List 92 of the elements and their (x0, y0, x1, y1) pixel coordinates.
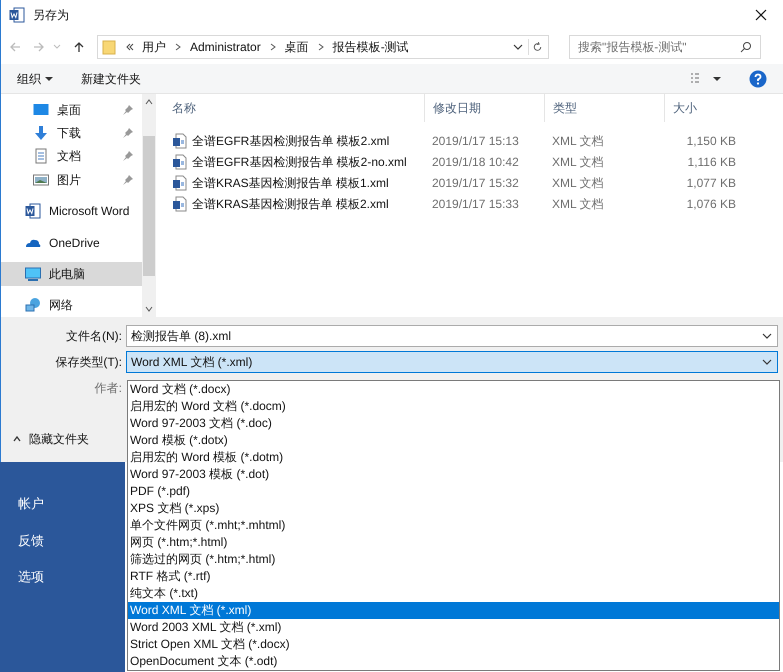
filename-label: 文件名(N): (65, 328, 123, 345)
hide-folders-button[interactable]: 隐藏文件夹 (1, 424, 101, 454)
type-cell-text: XML 文档 (551, 174, 605, 192)
file-type-option[interactable]: 启用宏的 Word 文档 (*.docm) (128, 398, 779, 415)
scroll-up-icon[interactable] (145, 98, 153, 106)
date-cell-text: 2019/1/17 15:32 (431, 174, 520, 192)
save-type-label: 保存类型(T): (54, 354, 123, 371)
word-icon (25, 203, 41, 220)
filename-field[interactable]: 检测报告单 (8).xml (126, 325, 778, 347)
file-type-option[interactable]: Word 2003 XML 文档 (*.xml) (128, 619, 779, 636)
breadcrumb[interactable]: Administrator (190, 38, 261, 56)
date-cell-text: 2019/1/17 15:33 (431, 196, 520, 212)
file-type-option[interactable]: 启用宏的 Word 模板 (*.dotm) (128, 449, 779, 466)
file-row[interactable]: 全谱EGFR基因检测报告单 模板2.xml (164, 132, 424, 150)
scrollbar[interactable] (142, 94, 156, 317)
date-cell-text: 2019/1/17 15:13 (431, 132, 520, 150)
file-type-option[interactable]: 网页 (*.htm;*.html) (128, 534, 779, 551)
pin-icon[interactable] (122, 127, 134, 140)
file-type-option[interactable]: PDF (*.pdf) (128, 483, 779, 500)
size-cell-text: 1,076 KB (686, 196, 737, 212)
nav-item[interactable]: 此电脑 (1, 262, 142, 286)
document-icon (33, 148, 49, 164)
search-field[interactable]: 搜索"报告模板-测试" (569, 35, 761, 59)
file-type-option[interactable]: Word 模板 (*.dotx) (128, 432, 779, 449)
file-type-option[interactable]: 纯文本 (*.txt) (128, 585, 779, 602)
type-cell-text: XML 文档 (551, 132, 605, 150)
file-type-option[interactable]: 单个文件网页 (*.mht;*.mhtml) (128, 517, 779, 534)
column-header[interactable]: 名称 (164, 94, 424, 122)
breadcrumb[interactable]: 用户 (142, 38, 166, 56)
backstage-item[interactable]: 帐户 (0, 494, 125, 514)
caret-icon[interactable] (713, 74, 721, 82)
size-cell-text: 1,116 KB (686, 154, 737, 170)
up-arrow-icon[interactable] (73, 41, 85, 53)
nav-item[interactable]: 网络 (1, 294, 142, 317)
file-type-option[interactable]: RTF 格式 (*.rtf) (128, 568, 779, 585)
size-cell-text: 1,150 KB (686, 132, 737, 150)
file-type-option[interactable]: Word 97-2003 模板 (*.dot) (128, 466, 779, 483)
desktop-icon (33, 102, 49, 118)
pin-icon[interactable] (122, 174, 134, 186)
word-file-icon (172, 154, 188, 170)
picture-icon (33, 172, 49, 188)
author-label: 作者: (94, 380, 123, 397)
file-type-option[interactable]: 筛选过的网页 (*.htm;*.html) (128, 551, 779, 568)
file-type-option[interactable]: Word 文档 (*.docx) (128, 381, 779, 398)
pin-icon[interactable] (122, 104, 134, 116)
word-logo-icon (9, 7, 25, 23)
breadcrumb[interactable]: 报告模板-测试 (332, 38, 409, 56)
caret-icon (45, 74, 53, 82)
word-file-icon (172, 196, 188, 212)
new-folder-button[interactable]: 新建文件夹 (81, 70, 141, 88)
word-file-icon (172, 174, 188, 190)
breadcrumb[interactable]: 桌面 (284, 38, 309, 56)
help-icon[interactable] (749, 70, 767, 88)
file-row[interactable]: 全谱KRAS基因检测报告单 模板2.xml (164, 194, 424, 212)
nav-item[interactable]: OneDrive (1, 230, 142, 254)
file-type-option[interactable]: XPS 文档 (*.xps) (128, 500, 779, 517)
file-type-option[interactable]: Strict Open XML 文档 (*.docx) (128, 636, 779, 653)
down-arrow-icon (33, 125, 49, 142)
file-type-option[interactable]: Word XML 文档 (*.xml) (128, 602, 779, 619)
nav-item[interactable]: 下载 (1, 121, 142, 145)
scroll-down-icon[interactable] (145, 305, 153, 313)
window-title: 另存为 (33, 7, 69, 24)
folder-icon (102, 39, 118, 55)
overflow-chevron-icon[interactable] (126, 43, 134, 51)
nav-item[interactable]: Microsoft Word (1, 200, 142, 223)
size-cell-text: 1,077 KB (686, 174, 737, 192)
network-icon (25, 297, 41, 314)
column-header[interactable]: 修改日期 (424, 94, 544, 122)
backstage-item[interactable]: 选项 (0, 567, 125, 586)
nav-item[interactable]: 桌面 (1, 98, 142, 122)
backstage-item[interactable]: 反馈 (0, 530, 125, 550)
chevron-up-icon (13, 435, 21, 443)
refresh-icon[interactable] (528, 39, 544, 55)
file-type-option[interactable]: Word 97-2003 文档 (*.doc) (128, 415, 779, 432)
computer-icon (25, 266, 41, 282)
organize-menu-button[interactable]: 组织 (17, 70, 53, 88)
nav-item[interactable]: 文档 (1, 144, 142, 168)
nav-item[interactable]: 图片 (1, 168, 142, 192)
type-cell-text: XML 文档 (551, 154, 605, 170)
word-file-icon (172, 132, 188, 148)
column-header[interactable]: 类型 (544, 94, 664, 122)
file-type-option[interactable]: OpenDocument 文本 (*.odt) (128, 653, 779, 670)
address-bar[interactable]: 用户 Administrator 桌面 报告模板-测试 (97, 35, 549, 59)
search-icon (740, 41, 752, 53)
column-header[interactable]: 大小 (664, 94, 744, 122)
date-cell-text: 2019/1/18 10:42 (431, 154, 520, 170)
type-cell-text: XML 文档 (551, 196, 605, 212)
pin-icon[interactable] (122, 150, 134, 162)
close-icon[interactable] (755, 9, 767, 21)
save-type-dropdown[interactable]: Word XML 文档 (*.xml) (126, 351, 778, 373)
file-row[interactable]: 全谱KRAS基因检测报告单 模板1.xml (164, 174, 424, 192)
file-row[interactable]: 全谱EGFR基因检测报告单 模板2-no.xml (164, 152, 424, 170)
